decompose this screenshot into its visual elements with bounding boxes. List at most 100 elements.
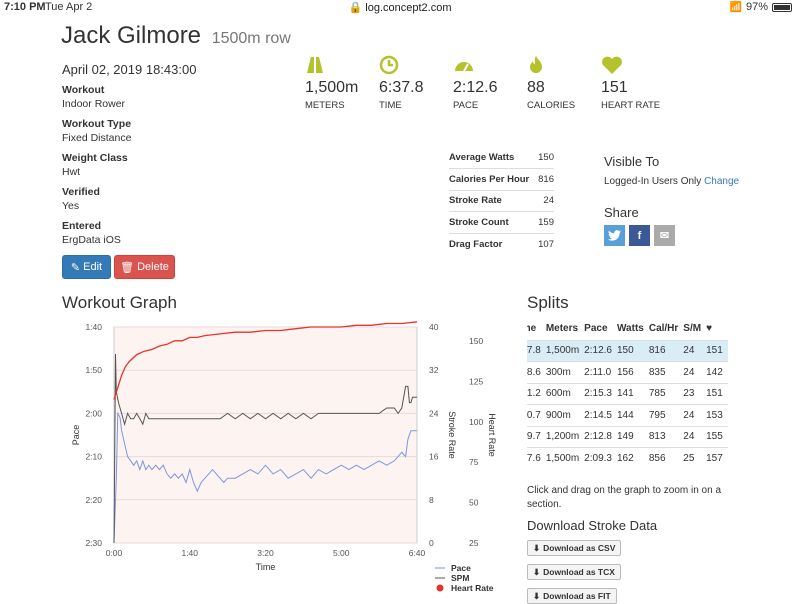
spm-tick-label: 16 bbox=[429, 452, 439, 462]
workout-graph[interactable]: 1:40 1:50 2:00 2:10 2:20 2:30 40 32 24 16 8 0 150 125… bbox=[62, 316, 502, 600]
splits-cell: 157 bbox=[706, 447, 728, 469]
splits-cell: 816 bbox=[648, 339, 684, 362]
speedometer-icon bbox=[453, 55, 527, 77]
detail-label: Entered bbox=[62, 220, 102, 232]
splits-cell: 142 bbox=[706, 361, 728, 383]
email-share-button[interactable]: ✉ bbox=[654, 225, 675, 246]
splits-cell: 151 bbox=[706, 339, 728, 362]
splits-column-header: Cal/Hr bbox=[648, 323, 679, 335]
download-tcx-button[interactable]: ⬇ Download as TCX bbox=[527, 564, 621, 580]
legend-entry: Heart Rate bbox=[451, 583, 494, 593]
splits-cell: 150 bbox=[616, 339, 649, 362]
splits-column-header: Time bbox=[527, 323, 537, 335]
download-tcx-label: Download as TCX bbox=[543, 567, 615, 577]
splits-cell: 24 bbox=[683, 425, 707, 448]
detail-value: ErgData iOS bbox=[62, 234, 121, 246]
pace-tick-label: 2:10 bbox=[85, 452, 102, 462]
splits-cell: 795 bbox=[648, 404, 684, 426]
splits-cell: 156 bbox=[616, 361, 649, 383]
download-csv-button[interactable]: ⬇ Download as CSV bbox=[527, 540, 622, 556]
flame-icon bbox=[527, 55, 601, 77]
detail-label: Weight Class bbox=[62, 152, 128, 164]
splits-cell: 25 bbox=[683, 447, 707, 469]
status-bar: 7:10 PM Tue Apr 2 🔒 log.concept2.com 📶 9… bbox=[0, 0, 800, 14]
twitter-share-button[interactable] bbox=[604, 225, 625, 246]
splits-cell: 2:12.8 bbox=[584, 425, 617, 448]
spm-axis-label: Stroke Rate bbox=[447, 411, 457, 459]
splits-row[interactable]: 6:37.81,500m2:12.615081624151 bbox=[527, 339, 728, 362]
twitter-icon bbox=[608, 230, 621, 241]
delete-label: Delete bbox=[137, 261, 169, 273]
facebook-share-button[interactable]: f bbox=[629, 225, 650, 246]
splits-cell: 149 bbox=[616, 425, 649, 448]
splits-cell: 785 bbox=[648, 382, 684, 405]
detail-label: Workout bbox=[62, 84, 105, 96]
splits-cell: 1:19.7 bbox=[527, 425, 546, 448]
detail-value: Hwt bbox=[62, 166, 81, 178]
splits-cell: 162 bbox=[616, 447, 649, 469]
splits-row[interactable]: 1:19.71,200m2:12.814981324155 bbox=[527, 425, 728, 448]
share-heading: Share bbox=[604, 205, 639, 220]
splits-row[interactable]: 1:17.61,500m2:09.316285625157 bbox=[527, 447, 728, 469]
lock-icon: 🔒 bbox=[348, 2, 363, 14]
metric-label: Average Watts bbox=[449, 152, 515, 163]
metric-label: Stroke Rate bbox=[449, 189, 537, 212]
edit-label: Edit bbox=[83, 261, 103, 273]
splits-cell: 6:37.8 bbox=[527, 339, 546, 362]
splits-cell: 1:18.6 bbox=[527, 361, 546, 383]
stat-label: PACE bbox=[453, 100, 479, 111]
splits-cell: 144 bbox=[616, 404, 649, 426]
visible-to-heading: Visible To bbox=[604, 154, 660, 169]
splits-row[interactable]: 1:20.7900m2:14.514479524153 bbox=[527, 404, 728, 426]
x-tick-label: 1:40 bbox=[181, 548, 198, 558]
legend-entry: SPM bbox=[451, 573, 469, 583]
stat-value: 88 bbox=[527, 79, 545, 96]
pace-tick-label: 2:20 bbox=[85, 495, 102, 505]
graph-help-text: Click and drag on the graph to zoom in o… bbox=[527, 485, 722, 510]
legend-swatch bbox=[436, 584, 444, 592]
pace-tick-label: 1:50 bbox=[85, 365, 102, 375]
heart-icon bbox=[601, 55, 675, 77]
hr-tick-label: 150 bbox=[469, 336, 483, 346]
splits-cell: 835 bbox=[648, 361, 684, 383]
metric-row: Average Watts 150 bbox=[449, 147, 554, 169]
hr-tick-label: 75 bbox=[469, 457, 479, 467]
splits-row[interactable]: 1:18.6300m2:11.015683524142 bbox=[527, 361, 728, 383]
splits-cell: 1:21.2 bbox=[527, 382, 546, 405]
download-icon: ⬇ bbox=[533, 566, 541, 577]
detail-value: Fixed Distance bbox=[62, 132, 132, 144]
delete-button[interactable]: 🗑 Delete bbox=[114, 255, 175, 279]
hr-tick-label: 100 bbox=[469, 417, 483, 427]
stat-time: 6:37.8 TIME bbox=[379, 55, 453, 112]
splits-row[interactable]: 1:21.2600m2:15.314178523151 bbox=[527, 382, 728, 405]
splits-column-header: Watts bbox=[616, 323, 644, 335]
x-tick-label: 0:00 bbox=[106, 548, 123, 558]
battery-icon bbox=[772, 2, 792, 12]
splits-cell: 24 bbox=[683, 339, 707, 362]
hr-tick-label: 50 bbox=[469, 498, 479, 508]
clock-icon bbox=[379, 55, 453, 77]
splits-cell: 153 bbox=[706, 404, 728, 426]
splits-cell: 2:09.3 bbox=[584, 447, 617, 469]
splits-table-wrapper[interactable]: TimeMetersPaceWattsCal/HrS/M♥6:37.81,500… bbox=[527, 318, 739, 469]
metric-value: 159 bbox=[536, 211, 554, 233]
splits-column-header: Pace bbox=[584, 323, 608, 335]
splits-cell: 24 bbox=[683, 404, 707, 426]
change-visibility-link[interactable]: Change bbox=[704, 176, 739, 187]
page-title: Jack Gilmore 1500m row bbox=[61, 22, 291, 50]
x-tick-label: 5:00 bbox=[333, 548, 350, 558]
stat-label: METERS bbox=[305, 100, 345, 111]
splits-cell: 300m bbox=[545, 361, 585, 383]
splits-cell: 2:12.6 bbox=[584, 339, 617, 362]
edit-button[interactable]: ✎ Edit bbox=[62, 255, 111, 279]
stat-label: TIME bbox=[379, 100, 402, 111]
download-fit-button[interactable]: ⬇ Download as FIT bbox=[527, 588, 617, 604]
wifi-icon: 📶 bbox=[729, 1, 742, 13]
address-bar[interactable]: 🔒 log.concept2.com bbox=[0, 1, 800, 14]
splits-column-header: ♥ bbox=[706, 323, 713, 335]
metric-label: Drag Factor bbox=[449, 232, 537, 255]
splits-heading: Splits bbox=[527, 293, 569, 312]
metric-row: Stroke Rate 24 bbox=[449, 189, 554, 212]
stat-calories: 88 CALORIES bbox=[527, 55, 601, 112]
spm-tick-label: 0 bbox=[429, 538, 434, 548]
